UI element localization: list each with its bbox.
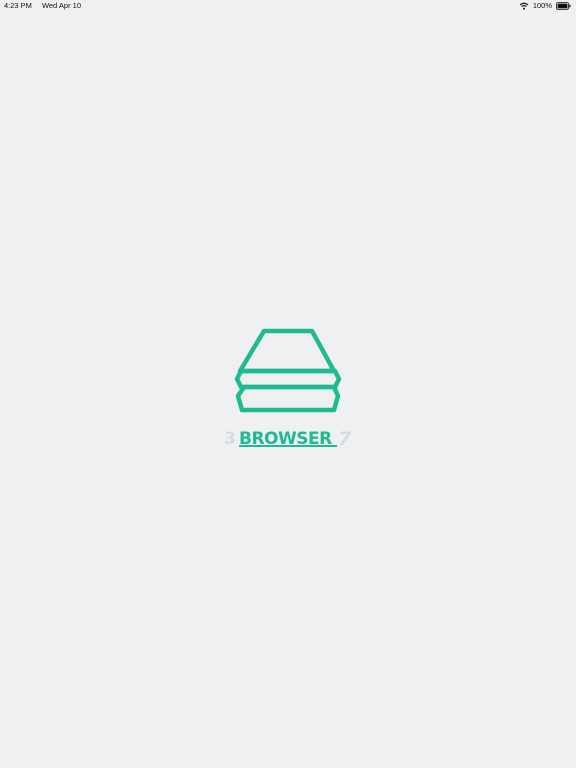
wordmark-prefix: 3 [224,429,236,449]
splash-screen: 3 BROWSER 7 [0,0,576,768]
app-wordmark: 3 BROWSER 7 [222,428,358,450]
wordmark-underline [239,445,337,447]
wordmark-suffix: 7 [338,428,352,450]
stacked-layers-icon [233,326,343,418]
